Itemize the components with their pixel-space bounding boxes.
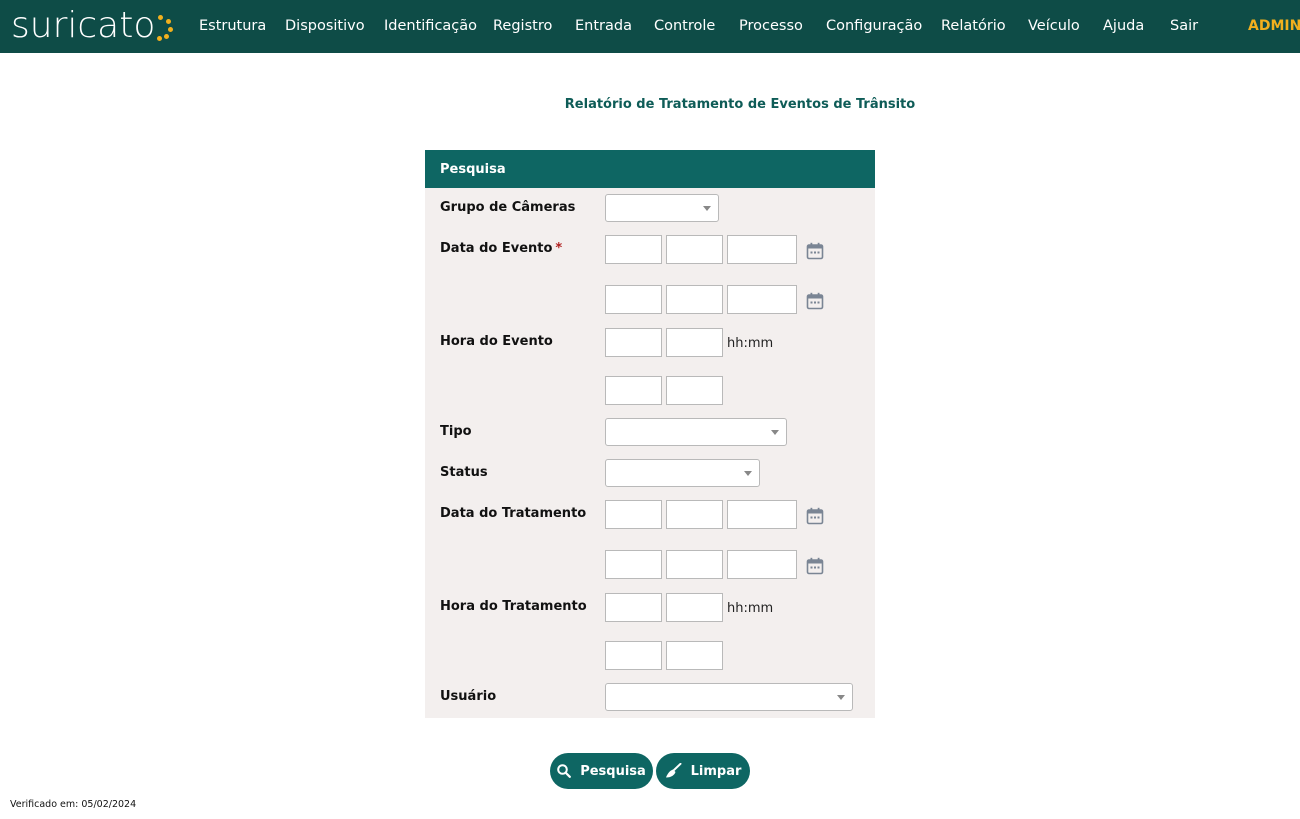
status-select[interactable] (605, 459, 760, 487)
nav-relatorio[interactable]: Relatório (941, 18, 1006, 34)
label-hora-evento: Hora do Evento (440, 334, 553, 349)
grupo-cameras-select[interactable] (605, 194, 719, 222)
data-tratamento-inicio-dia[interactable] (605, 500, 662, 529)
search-button[interactable]: Pesquisa (550, 753, 653, 789)
search-button-label: Pesquisa (580, 763, 646, 779)
nav-sair[interactable]: Sair (1170, 18, 1198, 34)
data-evento-fim-mes[interactable] (666, 285, 723, 314)
hora-evento-inicio-mm[interactable] (666, 328, 723, 357)
label-status: Status (440, 465, 488, 480)
required-mark: * (555, 241, 563, 256)
hora-tratamento-fim-mm[interactable] (666, 641, 723, 670)
usuario-select[interactable] (605, 683, 853, 711)
label-data-evento-text: Data do Evento (440, 241, 553, 256)
data-evento-inicio-ano[interactable] (727, 235, 797, 264)
nav-ajuda[interactable]: Ajuda (1103, 18, 1144, 34)
data-tratamento-inicio-ano[interactable] (727, 500, 797, 529)
top-bar: suricato Estrutura Dispositivo Identific… (0, 0, 1300, 53)
label-tipo: Tipo (440, 424, 472, 439)
label-data-evento: Data do Evento * (440, 241, 562, 256)
data-tratamento-inicio-mes[interactable] (666, 500, 723, 529)
page-title: Relatório de Tratamento de Eventos de Tr… (564, 97, 916, 112)
calendar-icon[interactable] (806, 292, 824, 310)
data-tratamento-fim-mes[interactable] (666, 550, 723, 579)
hora-evento-fim-mm[interactable] (666, 376, 723, 405)
label-usuario: Usuário (440, 689, 497, 704)
chevron-down-icon (837, 695, 845, 700)
tipo-select[interactable] (605, 418, 787, 446)
calendar-icon[interactable] (806, 557, 824, 575)
user-name[interactable]: ADMIN (1248, 18, 1300, 34)
calendar-icon[interactable] (806, 507, 824, 525)
logo-text: suricato (11, 5, 156, 46)
data-evento-inicio-dia[interactable] (605, 235, 662, 264)
data-tratamento-fim-dia[interactable] (605, 550, 662, 579)
nav-veiculo[interactable]: Veículo (1028, 18, 1080, 34)
hora-tratamento-fim-hh[interactable] (605, 641, 662, 670)
nav-identificacao[interactable]: Identificação (384, 18, 477, 34)
clear-button-label: Limpar (690, 763, 742, 779)
hora-evento-fim-hh[interactable] (605, 376, 662, 405)
logo-dots-icon (156, 11, 174, 41)
label-hora-tratamento: Hora do Tratamento (440, 599, 587, 614)
nav-estrutura[interactable]: Estrutura (199, 18, 266, 34)
data-evento-fim-ano[interactable] (727, 285, 797, 314)
nav-controle[interactable]: Controle (654, 18, 715, 34)
label-grupo-cameras: Grupo de Câmeras (440, 200, 576, 215)
panel-header: Pesquisa (425, 150, 875, 188)
calendar-icon[interactable] (806, 242, 824, 260)
verified-date: Verificado em: 05/02/2024 (10, 799, 137, 810)
nav-entrada[interactable]: Entrada (575, 18, 632, 34)
search-panel: Pesquisa Grupo de Câmeras Data do Evento… (425, 150, 875, 718)
nav-configuracao[interactable]: Configuração (826, 18, 922, 34)
chevron-down-icon (771, 430, 779, 435)
chevron-down-icon (703, 206, 711, 211)
suricato-logo[interactable]: suricato (11, 3, 174, 49)
chevron-down-icon (744, 471, 752, 476)
data-tratamento-fim-ano[interactable] (727, 550, 797, 579)
broom-icon (665, 763, 682, 778)
search-icon (557, 764, 572, 778)
clear-button[interactable]: Limpar (656, 753, 750, 789)
label-data-tratamento: Data do Tratamento (440, 506, 587, 521)
data-evento-inicio-mes[interactable] (666, 235, 723, 264)
hora-tratamento-inicio-mm[interactable] (666, 593, 723, 622)
time-format-hint: hh:mm (727, 601, 774, 616)
hora-tratamento-inicio-hh[interactable] (605, 593, 662, 622)
nav-processo[interactable]: Processo (739, 18, 803, 34)
hora-evento-inicio-hh[interactable] (605, 328, 662, 357)
data-evento-fim-dia[interactable] (605, 285, 662, 314)
time-format-hint: hh:mm (727, 336, 774, 351)
nav-registro[interactable]: Registro (493, 18, 552, 34)
nav-dispositivo[interactable]: Dispositivo (285, 18, 365, 34)
